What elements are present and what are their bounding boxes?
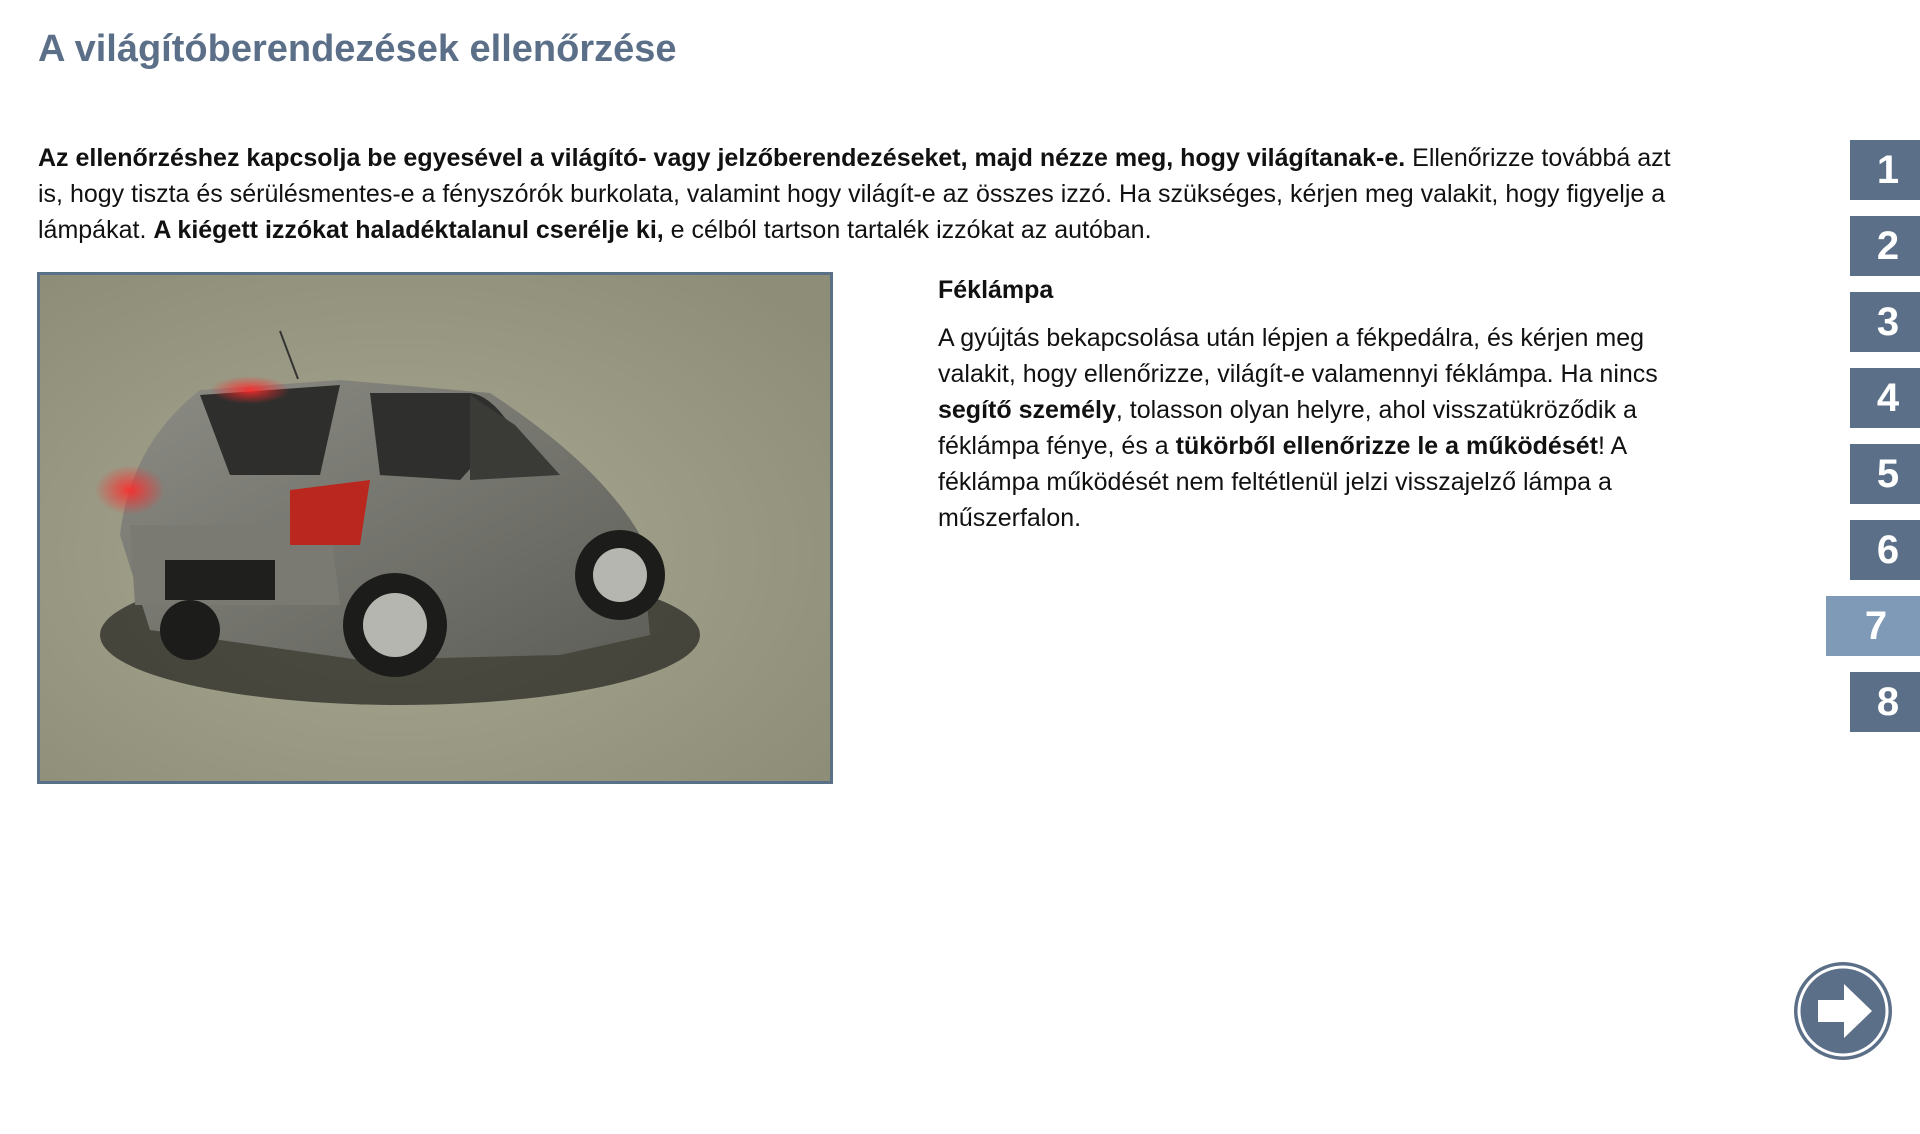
- intro-bold-1: Az ellenőrzéshez kapcsolja be egyesével …: [38, 144, 1406, 172]
- section-body: A gyújtás bekapcsolása után lépjen a fék…: [938, 320, 1728, 536]
- step-button-8[interactable]: 8: [1850, 672, 1920, 732]
- page-title: A világítóberendezések ellenőrzése: [38, 28, 677, 70]
- intro-bold-2: A kiégett izzókat haladéktalanul cserélj…: [153, 216, 664, 244]
- step-button-7[interactable]: 7: [1826, 596, 1920, 656]
- step-button-5[interactable]: 5: [1850, 444, 1920, 504]
- step-button-3[interactable]: 3: [1850, 292, 1920, 352]
- step-button-2[interactable]: 2: [1850, 216, 1920, 276]
- section-bold-2: tükörből ellenőrizze le a működését: [1175, 432, 1598, 460]
- intro-paragraph: Az ellenőrzéshez kapcsolja be egyesével …: [38, 140, 1688, 248]
- step-button-1[interactable]: 1: [1850, 140, 1920, 200]
- step-button-4[interactable]: 4: [1850, 368, 1920, 428]
- brake-light-section: Féklámpa A gyújtás bekapcsolása után lép…: [938, 272, 1728, 536]
- car-rear-lights-photo: [37, 272, 833, 784]
- section-text-1: A gyújtás bekapcsolása után lépjen a fék…: [938, 324, 1658, 388]
- next-button[interactable]: [1794, 962, 1892, 1060]
- intro-text-2: e célból tartson tartalék izzókat az aut…: [663, 216, 1152, 244]
- arrow-right-icon: [1797, 965, 1889, 1057]
- section-heading: Féklámpa: [938, 276, 1054, 304]
- step-button-6[interactable]: 6: [1850, 520, 1920, 580]
- section-bold-1: segítő személy: [938, 396, 1116, 424]
